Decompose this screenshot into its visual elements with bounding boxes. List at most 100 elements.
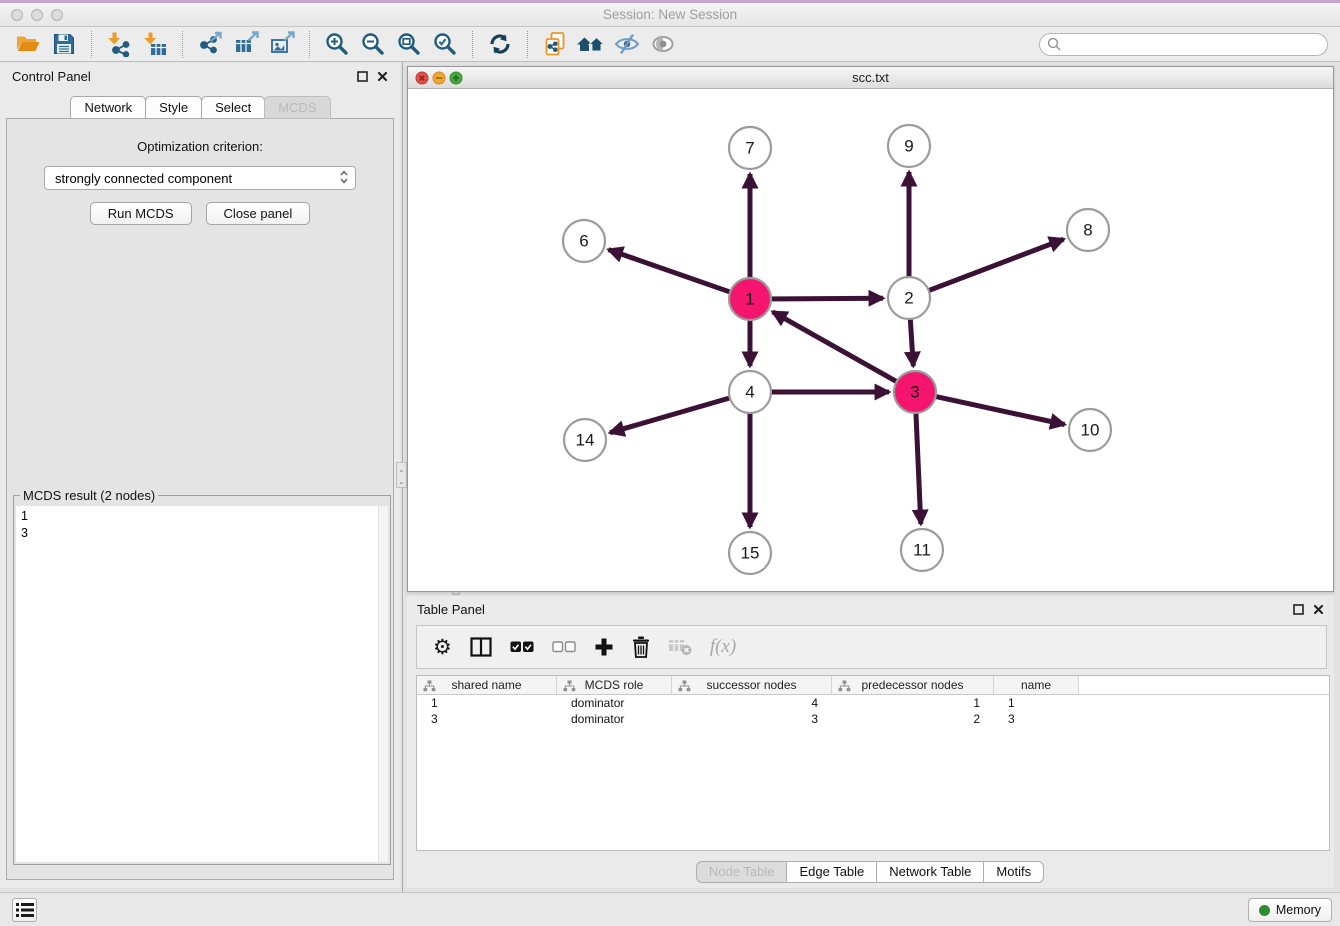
column-label: name bbox=[1021, 678, 1051, 692]
graph-node-2[interactable]: 2 bbox=[888, 277, 930, 319]
hide-panel-eye-icon[interactable] bbox=[612, 29, 642, 59]
tab-network-table[interactable]: Network Table bbox=[876, 861, 984, 883]
table-toolbar: ⚙ f(x) bbox=[416, 625, 1327, 669]
zoom-out-icon[interactable] bbox=[358, 29, 388, 59]
cell-mcds-role: dominator bbox=[557, 712, 672, 726]
session-title: Session: New Session bbox=[0, 3, 1340, 26]
cell-name: 3 bbox=[994, 712, 1079, 726]
tab-edge-table[interactable]: Edge Table bbox=[786, 861, 877, 883]
column-header-shared-name[interactable]: shared name bbox=[417, 676, 557, 694]
graph-node-1[interactable]: 1 bbox=[729, 278, 771, 320]
main-titlebar: Session: New Session bbox=[0, 0, 1340, 27]
graph-node-15[interactable]: 15 bbox=[729, 532, 771, 574]
edge-2-to-8[interactable] bbox=[911, 239, 1064, 297]
delete-column-trash-icon[interactable] bbox=[632, 636, 650, 658]
minimize-window-icon[interactable] bbox=[31, 9, 43, 21]
float-panel-icon[interactable] bbox=[357, 71, 368, 82]
column-header-successor-nodes[interactable]: successor nodes bbox=[672, 676, 832, 694]
import-network-icon[interactable] bbox=[104, 29, 134, 59]
memory-label: Memory bbox=[1276, 903, 1321, 917]
cell-successor-nodes: 4 bbox=[672, 696, 832, 710]
export-image-icon[interactable] bbox=[267, 29, 297, 59]
graph-node-14[interactable]: 14 bbox=[564, 419, 606, 461]
tab-node-table[interactable]: Node Table bbox=[696, 861, 788, 883]
tab-select[interactable]: Select bbox=[201, 96, 265, 119]
graph-node-3[interactable]: 3 bbox=[894, 371, 936, 413]
search-input[interactable] bbox=[1067, 37, 1320, 52]
run-mcds-button[interactable]: Run MCDS bbox=[90, 202, 192, 225]
close-frame-icon[interactable] bbox=[416, 72, 428, 84]
import-table-icon[interactable] bbox=[140, 29, 170, 59]
edge-4-to-14[interactable] bbox=[610, 393, 748, 433]
criterion-dropdown[interactable]: strongly connected component bbox=[44, 166, 356, 190]
task-history-button[interactable] bbox=[12, 898, 37, 922]
svg-text:2: 2 bbox=[904, 289, 913, 308]
column-label: predecessor nodes bbox=[861, 678, 963, 692]
float-table-panel-icon[interactable] bbox=[1293, 604, 1304, 615]
open-file-icon[interactable] bbox=[13, 29, 43, 59]
graph-node-6[interactable]: 6 bbox=[563, 220, 605, 262]
maximize-window-icon[interactable] bbox=[51, 9, 63, 21]
svg-text:10: 10 bbox=[1081, 421, 1100, 440]
zoom-in-icon[interactable] bbox=[322, 29, 352, 59]
minimize-frame-icon[interactable] bbox=[433, 72, 445, 84]
svg-text:4: 4 bbox=[745, 383, 754, 402]
tab-mcds[interactable]: MCDS bbox=[264, 96, 330, 119]
search-box[interactable] bbox=[1039, 33, 1328, 56]
vertical-splitter-handle[interactable] bbox=[396, 462, 407, 488]
export-table-icon[interactable] bbox=[231, 29, 261, 59]
tab-style[interactable]: Style bbox=[145, 96, 202, 119]
close-panel-button[interactable]: Close panel bbox=[206, 202, 311, 225]
column-label: successor nodes bbox=[706, 678, 796, 692]
select-all-columns-icon[interactable] bbox=[510, 641, 534, 653]
refresh-network-icon[interactable] bbox=[485, 29, 515, 59]
zoom-fit-icon[interactable] bbox=[394, 29, 424, 59]
table-row[interactable]: 3dominator323 bbox=[417, 711, 1329, 727]
close-panel-icon[interactable] bbox=[377, 71, 388, 82]
graph-node-7[interactable]: 7 bbox=[729, 127, 771, 169]
network-window-title: scc.txt bbox=[408, 70, 1333, 85]
column-header-name[interactable]: name bbox=[994, 676, 1079, 694]
tab-network[interactable]: Network bbox=[70, 96, 146, 119]
network-canvas[interactable]: 7 9 6 8 1 2 4 3 14 10 15 11 bbox=[408, 90, 1333, 591]
graph-node-9[interactable]: 9 bbox=[888, 125, 930, 167]
column-header-mcds-role[interactable]: MCDS role bbox=[557, 676, 672, 694]
clone-network-icon[interactable] bbox=[540, 29, 570, 59]
table-settings-gear-icon[interactable]: ⚙ bbox=[433, 637, 452, 658]
tab-motifs[interactable]: Motifs bbox=[983, 861, 1044, 883]
column-header-predecessor-nodes[interactable]: predecessor nodes bbox=[832, 676, 994, 694]
mcds-result-text[interactable]: 1 3 bbox=[16, 506, 388, 862]
reset-view-icon[interactable] bbox=[576, 29, 606, 59]
network-view-window: scc.txt 7 9 6 8 1 2 4 3 14 10 15 11 bbox=[407, 66, 1334, 592]
show-panel-eye-icon[interactable] bbox=[648, 29, 678, 59]
graph-node-4[interactable]: 4 bbox=[729, 371, 771, 413]
edge-3-to-10[interactable] bbox=[917, 392, 1065, 424]
deselect-all-columns-icon[interactable] bbox=[552, 641, 576, 653]
edge-1-to-6[interactable] bbox=[609, 250, 749, 299]
close-table-panel-icon[interactable] bbox=[1313, 604, 1324, 615]
table-row[interactable]: 1dominator411 bbox=[417, 695, 1329, 711]
export-network-icon[interactable] bbox=[195, 29, 225, 59]
cell-predecessor-nodes: 2 bbox=[832, 712, 994, 726]
memory-button[interactable]: Memory bbox=[1248, 898, 1332, 922]
mcds-panel: Optimization criterion: strongly connect… bbox=[6, 118, 394, 880]
graph-node-10[interactable]: 10 bbox=[1069, 409, 1111, 451]
graph-node-8[interactable]: 8 bbox=[1067, 209, 1109, 251]
function-builder-icon: f(x) bbox=[710, 636, 736, 658]
svg-text:14: 14 bbox=[576, 431, 595, 450]
maximize-frame-icon[interactable] bbox=[450, 72, 462, 84]
list-icon bbox=[16, 902, 34, 918]
close-window-icon[interactable] bbox=[11, 9, 23, 21]
criterion-value: strongly connected component bbox=[55, 171, 232, 186]
network-window-titlebar[interactable]: scc.txt bbox=[408, 67, 1333, 89]
result-scrollbar[interactable] bbox=[378, 506, 388, 862]
svg-text:6: 6 bbox=[579, 232, 588, 251]
zoom-selected-icon[interactable] bbox=[430, 29, 460, 59]
graph-node-11[interactable]: 11 bbox=[901, 529, 943, 571]
hierarchy-icon bbox=[838, 680, 851, 692]
save-session-icon[interactable] bbox=[49, 29, 79, 59]
add-column-icon[interactable] bbox=[594, 637, 614, 657]
memory-status-icon bbox=[1259, 905, 1270, 916]
edge-3-to-1[interactable] bbox=[773, 312, 914, 391]
split-columns-icon[interactable] bbox=[470, 637, 492, 657]
